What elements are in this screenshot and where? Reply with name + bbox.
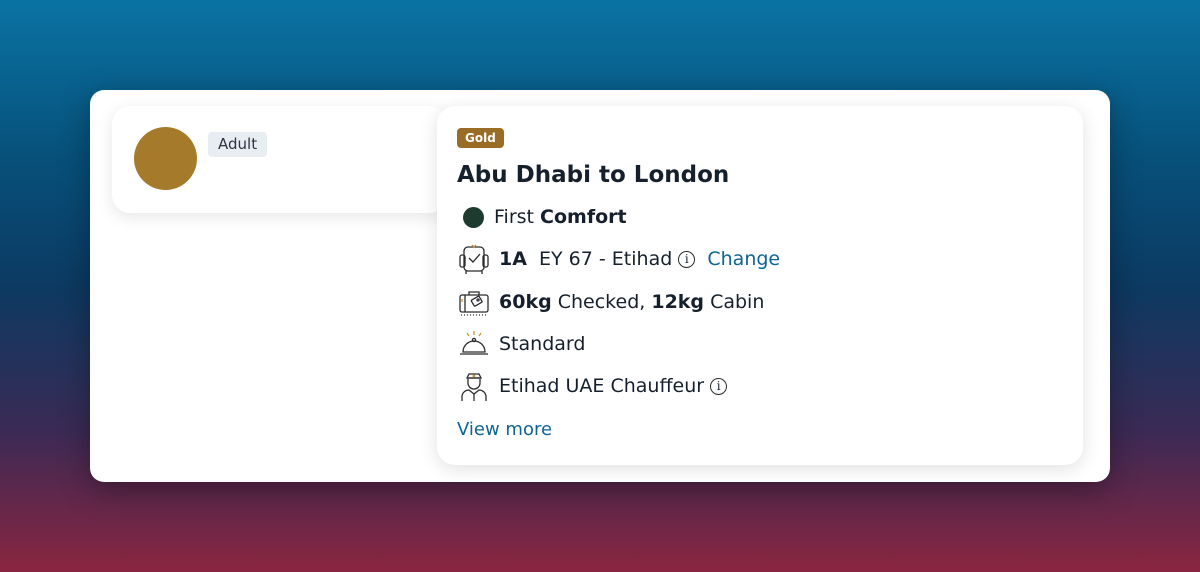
meal-row: Standard xyxy=(457,327,585,361)
checked-label: Checked, xyxy=(557,291,646,313)
info-icon[interactable]: i xyxy=(678,250,696,268)
checked-weight: 60kg xyxy=(499,291,552,313)
cabin-weight: 12kg xyxy=(651,291,705,313)
cabin-prefix: First xyxy=(494,206,534,228)
tier-badge: Gold xyxy=(457,128,504,148)
change-seat-link[interactable]: Change xyxy=(707,248,780,270)
cabin-class-dot xyxy=(463,206,484,228)
chauffeur-row: Etihad UAE Chauffeur i xyxy=(457,369,728,403)
meal-label: Standard xyxy=(499,333,586,355)
info-icon[interactable]: i xyxy=(710,377,728,395)
view-more-link[interactable]: View more xyxy=(457,417,552,443)
cabin-name: Comfort xyxy=(540,206,627,228)
avatar xyxy=(134,127,197,190)
cabin-row: First Comfort xyxy=(457,200,627,234)
seat-row: 1A EY 67 - Etihad i Change xyxy=(457,242,780,276)
seat-number: 1A xyxy=(499,248,527,270)
baggage-row: 60kg Checked, 12kg Cabin xyxy=(457,285,764,319)
seat-icon xyxy=(457,242,491,276)
chauffeur-icon xyxy=(457,369,491,403)
route-title: Abu Dhabi to London xyxy=(457,162,730,188)
cabin-bag-label: Cabin xyxy=(710,291,765,313)
baggage-icon xyxy=(457,285,491,319)
passenger-type-badge: Adult xyxy=(208,132,268,157)
flight-info: EY 67 - Etihad xyxy=(539,248,673,270)
chauffeur-label: Etihad UAE Chauffeur xyxy=(499,375,705,397)
meal-cloche-icon xyxy=(457,327,491,361)
